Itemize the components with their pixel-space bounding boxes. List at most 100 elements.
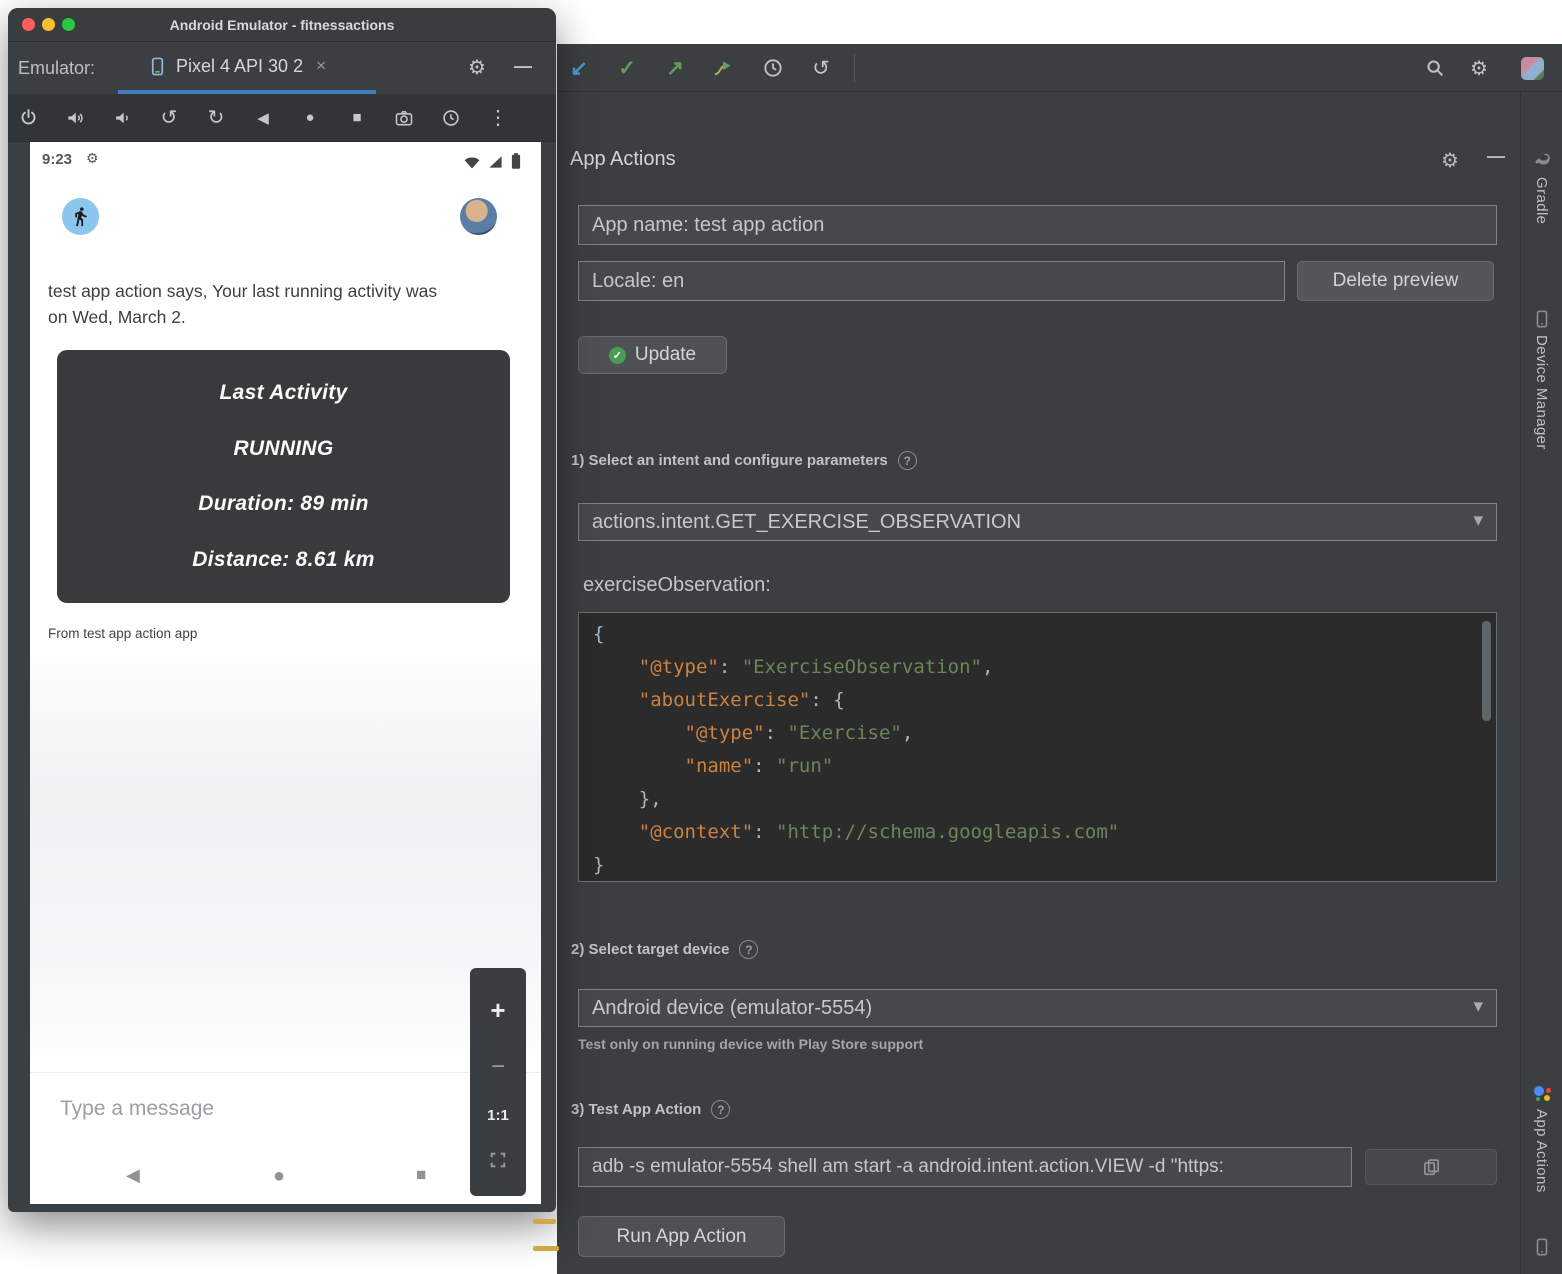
sidebar-item-app-actions[interactable]: App Actions <box>1521 1082 1562 1193</box>
card-duration: Duration: 89 min <box>57 492 510 516</box>
device-explorer-phone-icon <box>1533 1238 1551 1256</box>
runner-icon <box>70 206 91 227</box>
json-editor[interactable]: { "@type": "ExerciseObservation", "about… <box>578 612 1497 882</box>
assistant-icon <box>1532 1082 1552 1102</box>
zoom-out-button[interactable]: − <box>491 1053 505 1081</box>
window-title: Android Emulator - fitnessactions <box>8 8 556 42</box>
rotate-right-icon[interactable]: ↻ <box>204 106 228 130</box>
nav-home-icon[interactable]: ● <box>273 1165 285 1188</box>
zoom-reset-button[interactable]: 1:1 <box>487 1107 509 1124</box>
signal-icon <box>488 155 503 169</box>
arrow-up-right-icon[interactable]: ↗ <box>659 44 691 92</box>
phone-statusbar: 9:23 ⚙ <box>30 146 541 176</box>
card-title: Last Activity <box>57 381 510 405</box>
json-editor-content: { "@type": "ExerciseObservation", "about… <box>593 618 1496 882</box>
settings-gear-icon[interactable]: ⚙ <box>1463 44 1495 92</box>
back-icon[interactable]: ◀ <box>251 106 275 130</box>
intent-dropdown[interactable]: actions.intent.GET_EXERCISE_OBSERVATION … <box>578 503 1497 541</box>
camera-icon[interactable] <box>392 106 416 130</box>
emulator-minimize-icon[interactable]: — <box>514 42 532 94</box>
section-1-label: 1) Select an intent and configure parame… <box>571 451 917 470</box>
panel-minimize-icon[interactable]: — <box>1487 146 1505 167</box>
device-phone-icon <box>148 57 167 76</box>
adb-command-field[interactable]: adb -s emulator-5554 shell am start -a a… <box>578 1147 1352 1187</box>
update-check-icon: ✓ <box>609 347 626 364</box>
sidebar-item-device-explorer[interactable] <box>1521 1238 1562 1256</box>
from-app-label: From test app action app <box>48 626 197 641</box>
copy-command-button[interactable] <box>1365 1149 1497 1185</box>
code-line: } <box>593 849 1496 882</box>
undo-icon[interactable]: ↺ <box>805 44 837 92</box>
section-2-help-icon[interactable]: ? <box>739 940 758 959</box>
emulator-settings-gear-icon[interactable]: ⚙ <box>468 42 486 94</box>
code-line: "@context": "http://schema.googleapis.co… <box>593 816 1496 849</box>
update-button[interactable]: ✓ Update <box>578 336 727 374</box>
section-2-text: 2) Select target device <box>571 941 729 958</box>
code-line: "@type": "Exercise", <box>593 717 1496 750</box>
nav-overview-icon[interactable]: ■ <box>416 1165 426 1185</box>
run-app-action-button[interactable]: Run App Action <box>578 1216 785 1257</box>
status-time: 9:23 <box>42 151 72 168</box>
parameter-name-label: exerciseObservation: <box>583 574 771 597</box>
delete-preview-label: Delete preview <box>1333 270 1459 292</box>
panel-options-gear-icon[interactable]: ⚙ <box>1441 148 1459 173</box>
locale-field[interactable]: Locale: en <box>578 261 1285 301</box>
tab-label: Pixel 4 API 30 2 <box>176 56 303 77</box>
emulator-zoom-panel: + − 1:1 <box>470 968 526 1196</box>
sidebar-label-app-actions: App Actions <box>1533 1109 1550 1193</box>
section-1-help-icon[interactable]: ? <box>898 451 917 470</box>
emulator-window: Android Emulator - fitnessactions Emulat… <box>8 8 556 1212</box>
section-3-label: 3) Test App Action ? <box>571 1100 730 1119</box>
battery-icon <box>511 153 521 169</box>
section-3-text: 3) Test App Action <box>571 1101 701 1118</box>
rotate-left-icon[interactable]: ↺ <box>157 106 181 130</box>
wifi-icon <box>464 157 480 169</box>
sidebar-label-device-manager: Device Manager <box>1533 335 1550 450</box>
intent-dropdown-arrow-icon: ▾ <box>1473 504 1483 540</box>
code-line: { <box>593 618 1496 651</box>
last-activity-card: Last Activity RUNNING Duration: 89 min D… <box>57 350 510 603</box>
user-avatar <box>460 198 497 235</box>
run-to-cursor-icon[interactable] <box>707 44 739 92</box>
search-icon[interactable] <box>1419 44 1451 92</box>
check-icon[interactable]: ✓ <box>611 44 643 92</box>
emulator-titlebar: Android Emulator - fitnessactions <box>8 8 556 42</box>
volume-down-icon[interactable] <box>110 106 134 130</box>
overview-icon[interactable]: ■ <box>345 106 369 130</box>
power-icon[interactable] <box>16 106 40 130</box>
run-app-action-label: Run App Action <box>617 1226 747 1248</box>
nav-back-icon[interactable]: ◀ <box>126 1165 140 1186</box>
editor-scrollbar[interactable] <box>1482 621 1491 721</box>
fit-screen-icon[interactable] <box>489 1151 507 1169</box>
copy-icon <box>1422 1158 1441 1177</box>
message-input[interactable]: Type a message <box>60 1097 214 1121</box>
emulator-tabbar: Emulator: Pixel 4 API 30 2 × ⚙ — <box>8 42 556 94</box>
app-name-field[interactable]: App name: test app action <box>578 205 1497 245</box>
code-line: "name": "run" <box>593 750 1496 783</box>
tab-pixel-4-api-30-2[interactable]: Pixel 4 API 30 2 × <box>118 42 376 94</box>
toolbar-separator <box>854 54 855 82</box>
volume-up-icon[interactable] <box>63 106 87 130</box>
sidebar-item-gradle[interactable]: Gradle <box>1521 150 1562 224</box>
zoom-in-button[interactable]: + <box>490 995 505 1026</box>
device-dropdown-value: Android device (emulator-5554) <box>592 997 872 1019</box>
device-dropdown[interactable]: Android device (emulator-5554) ▾ <box>578 989 1497 1027</box>
sidebar-item-device-manager[interactable]: Device Manager <box>1521 310 1562 450</box>
section-3-help-icon[interactable]: ? <box>711 1100 730 1119</box>
tab-close-icon[interactable]: × <box>316 56 326 76</box>
device-manager-icon <box>1533 310 1551 328</box>
home-icon[interactable]: ● <box>298 106 322 130</box>
more-options-icon[interactable]: ⋮ <box>486 106 510 130</box>
profile-avatar-icon[interactable] <box>1521 57 1544 80</box>
code-line: "@type": "ExerciseObservation", <box>593 651 1496 684</box>
device-hint-text: Test only on running device with Play St… <box>578 1036 923 1052</box>
clock-icon[interactable] <box>757 44 789 92</box>
update-label: Update <box>635 344 696 366</box>
delete-preview-button[interactable]: Delete preview <box>1297 261 1494 301</box>
studio-toolbar: ↙ ✓ ↗ ↺ ⚙ <box>557 44 1562 92</box>
background-window-artifact <box>533 1219 556 1224</box>
assistant-message-text: test app action says, Your last running … <box>48 278 443 330</box>
snapshots-icon[interactable] <box>439 106 463 130</box>
desktop: Android Emulator - fitnessactions Emulat… <box>0 0 1562 1274</box>
arrow-down-left-icon[interactable]: ↙ <box>563 44 595 92</box>
